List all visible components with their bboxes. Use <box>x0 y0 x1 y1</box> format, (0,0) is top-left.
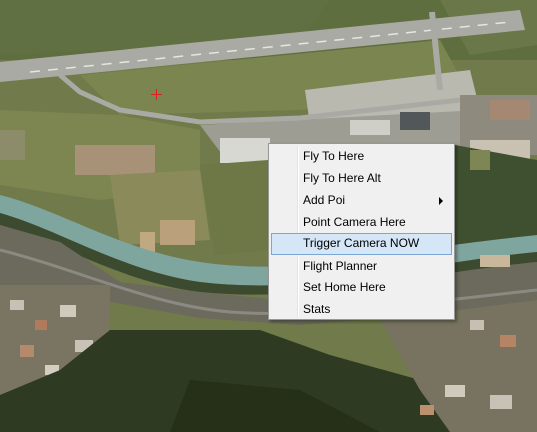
menu-item-label: Stats <box>303 302 331 316</box>
menu-item-label: Set Home Here <box>303 280 386 294</box>
menu-item-label: Fly To Here <box>303 149 365 163</box>
menu-item-fly-to-here[interactable]: Fly To Here <box>271 146 452 167</box>
menu-item-label: Trigger Camera NOW <box>303 236 420 250</box>
menu-item-flight-planner[interactable]: Flight Planner <box>271 256 452 277</box>
menu-item-point-camera-here[interactable]: Point Camera Here <box>271 212 452 233</box>
menu-item-label: Fly To Here Alt <box>303 171 381 185</box>
menu-item-add-poi[interactable]: Add Poi <box>271 190 452 211</box>
menu-item-trigger-camera-now[interactable]: Trigger Camera NOW <box>271 233 452 255</box>
menu-item-fly-to-here-alt[interactable]: Fly To Here Alt <box>271 168 452 189</box>
menu-item-set-home-here[interactable]: Set Home Here <box>271 277 452 298</box>
menu-item-label: Point Camera Here <box>303 215 406 229</box>
menu-item-label: Flight Planner <box>303 259 378 273</box>
target-marker-icon <box>151 89 162 100</box>
context-menu: Fly To Here Fly To Here Alt Add Poi Poin… <box>268 143 455 320</box>
submenu-arrow-icon <box>439 197 443 205</box>
menu-item-stats[interactable]: Stats <box>271 299 452 320</box>
menu-item-label: Add Poi <box>303 193 346 207</box>
